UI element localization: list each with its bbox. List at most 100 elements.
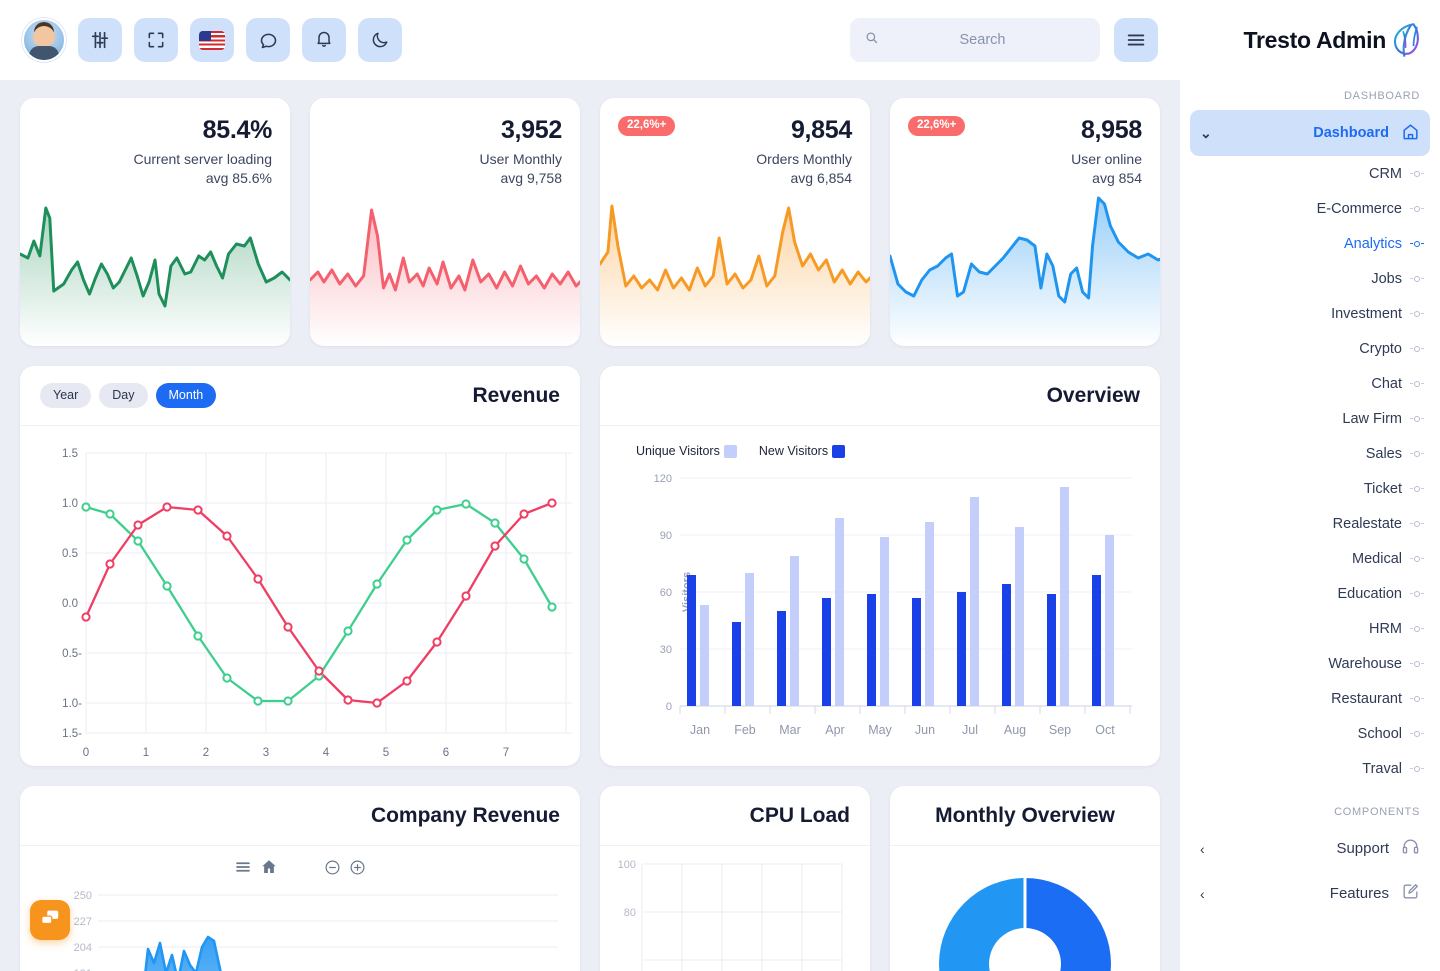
stat-average: avg 6,854: [790, 170, 853, 186]
stat-label: User online: [1071, 151, 1142, 167]
panel-title: Company Revenue: [370, 803, 560, 827]
stat-card-server-loading: 85.4% Current server loading avg 85.6%: [20, 98, 290, 346]
svg-text:Apr: Apr: [825, 723, 844, 737]
panel-title: CPU Load: [749, 803, 850, 827]
language-flag-icon[interactable]: [190, 18, 234, 62]
panel-title: Monthly Overview: [935, 803, 1115, 827]
sidebar: Tresto Admin DASHBOARD ⌄ Dashboard CRM E…: [1180, 0, 1440, 971]
hamburger-menu-icon[interactable]: [1114, 18, 1158, 62]
feather-logo-icon: [1382, 19, 1424, 61]
sidebar-item-label: Crypto: [1359, 340, 1402, 357]
sidebar-item-school[interactable]: School: [1190, 716, 1430, 751]
sidebar-item-chat[interactable]: Chat: [1190, 366, 1430, 401]
sidebar-item-e-commerce[interactable]: E-Commerce: [1190, 191, 1430, 226]
sidebar-item-label: Support: [1336, 840, 1389, 857]
sidebar-item-ticket[interactable]: Ticket: [1190, 471, 1430, 506]
tab-day[interactable]: Day: [99, 383, 148, 408]
svg-text:Aug: Aug: [1004, 723, 1026, 737]
sidebar-item-label: Features: [1329, 885, 1389, 902]
fullscreen-icon[interactable]: [134, 18, 178, 62]
user-avatar[interactable]: [22, 18, 66, 62]
svg-text:227: 227: [74, 916, 92, 928]
legend-item-unique-visitors[interactable]: Unique Visitors: [636, 444, 737, 458]
bullet-dot-icon: [1410, 590, 1424, 597]
search-box[interactable]: [850, 18, 1100, 62]
stat-value: 8,958: [1080, 116, 1142, 144]
bullet-dot-icon: [1410, 730, 1424, 737]
cpu-load-chart: 100 80: [600, 846, 870, 971]
sidebar-item-sales[interactable]: Sales: [1190, 436, 1430, 471]
sidebar-item-label: Realestate: [1332, 515, 1402, 532]
tab-month[interactable]: Month: [155, 383, 217, 408]
sparkline-chart-red: [310, 196, 580, 346]
top-navigation-bar: [0, 0, 1180, 80]
bullet-dot-icon: [1410, 485, 1424, 492]
tab-year[interactable]: Year: [40, 383, 92, 408]
sidebar-item-label: Investment: [1331, 305, 1402, 322]
menu-icon[interactable]: [234, 858, 252, 881]
bullet-dot-icon: [1410, 695, 1424, 702]
sidebar-item-law-firm[interactable]: Law Firm: [1190, 401, 1430, 436]
sidebar-item-analytics[interactable]: Analytics: [1190, 226, 1430, 261]
bullet-dot-icon: [1410, 275, 1424, 282]
zoom-out-icon[interactable]: [324, 859, 341, 881]
edit-icon: [1401, 882, 1420, 905]
sidebar-item-features[interactable]: ‹ Features: [1190, 871, 1430, 916]
sidebar-item-medical[interactable]: Medical: [1190, 541, 1430, 576]
sidebar-item-warehouse[interactable]: Warehouse: [1190, 646, 1430, 681]
sidebar-item-label: Law Firm: [1342, 410, 1402, 427]
brand-header[interactable]: Tresto Admin: [1180, 0, 1440, 80]
stat-card-user-online: 22,6%+ 8,958 User online avg 854: [890, 98, 1160, 346]
zoom-in-icon[interactable]: [349, 859, 366, 881]
sidebar-item-realestate[interactable]: Realestate: [1190, 506, 1430, 541]
bullet-dot-icon: [1410, 450, 1424, 457]
svg-text:2: 2: [203, 747, 209, 759]
stat-value: 3,952: [500, 116, 562, 144]
sidebar-item-support[interactable]: ‹ Support: [1190, 826, 1430, 871]
stat-card-user-monthly: 3,952 User Monthly avg 9,758: [310, 98, 580, 346]
sidebar-item-education[interactable]: Education: [1190, 576, 1430, 611]
svg-text:1.0-: 1.0-: [62, 698, 82, 710]
sidebar-item-dashboard[interactable]: ⌄ Dashboard: [1190, 110, 1430, 156]
charts-row: Year Day Month Revenue 1.5 1.0 0.5 0.0 0…: [20, 366, 1160, 766]
main-content-area: 85.4% Current server loading avg 85.6%: [0, 0, 1180, 971]
sidebar-item-label: Jobs: [1371, 270, 1402, 287]
chat-bubble-icon[interactable]: [246, 18, 290, 62]
bullet-dot-icon: [1410, 380, 1424, 387]
sidebar-item-hrm[interactable]: HRM: [1190, 611, 1430, 646]
chat-support-fab[interactable]: [30, 900, 70, 940]
stat-label: Current server loading: [133, 151, 272, 167]
app-root: 85.4% Current server loading avg 85.6%: [0, 0, 1440, 971]
overview-bar-chart: 12090 60300 Visitors: [600, 458, 1160, 753]
bullet-dot-icon: [1410, 660, 1424, 667]
legend-swatch: [723, 444, 737, 458]
svg-text:0.0: 0.0: [62, 598, 78, 610]
svg-text:0: 0: [83, 747, 89, 759]
legend-item-new-visitors[interactable]: New Visitors: [759, 444, 846, 458]
sidebar-item-investment[interactable]: Investment: [1190, 296, 1430, 331]
svg-text:Jun: Jun: [915, 723, 935, 737]
home-icon[interactable]: [260, 858, 278, 881]
stat-average: avg 85.6%: [205, 170, 272, 186]
headset-icon: [1401, 837, 1420, 860]
panel-title: Overview: [1046, 383, 1140, 407]
sidebar-item-crypto[interactable]: Crypto: [1190, 331, 1430, 366]
settings-sliders-icon[interactable]: [78, 18, 122, 62]
svg-text:90: 90: [660, 530, 672, 542]
sidebar-item-traval[interactable]: Traval: [1190, 751, 1430, 786]
moon-icon[interactable]: [358, 18, 402, 62]
cpu-load-panel: CPU Load 100 80: [600, 786, 870, 971]
bullet-dot-icon: [1410, 345, 1424, 352]
sidebar-item-jobs[interactable]: Jobs: [1190, 261, 1430, 296]
bell-icon[interactable]: [302, 18, 346, 62]
svg-text:120: 120: [654, 473, 672, 485]
search-input[interactable]: [879, 32, 1086, 48]
bullet-dot-icon: [1410, 520, 1424, 527]
home-icon: [1401, 122, 1420, 145]
sidebar-item-crm[interactable]: CRM: [1190, 156, 1430, 191]
svg-text:1.5-: 1.5-: [62, 728, 82, 740]
overview-panel: Overview Unique Visitors New Visitors 12…: [600, 366, 1160, 766]
sidebar-item-restaurant[interactable]: Restaurant: [1190, 681, 1430, 716]
svg-text:1.5: 1.5: [62, 448, 78, 460]
chat-bubbles-icon: [39, 907, 61, 934]
